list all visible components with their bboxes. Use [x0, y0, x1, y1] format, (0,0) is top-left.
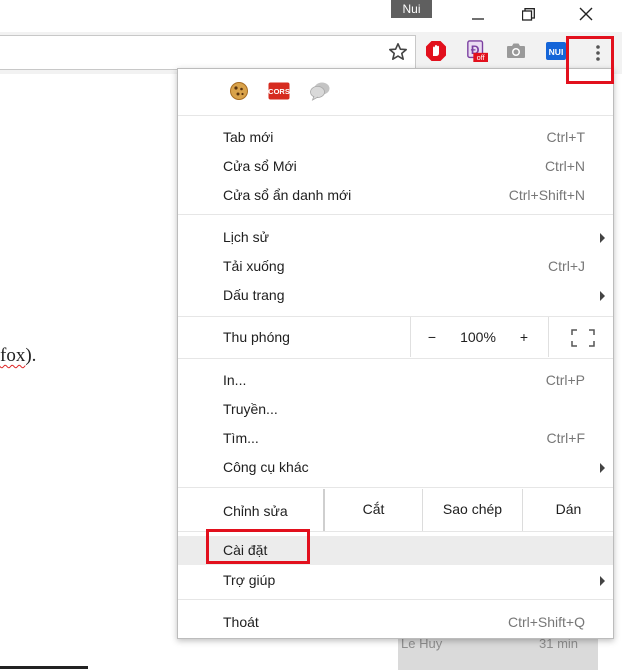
menu-item-downloads[interactable]: Tải xuống Ctrl+J [178, 252, 613, 281]
menu-item-incognito[interactable]: Cửa sổ ẩn danh mới Ctrl+Shift+N [178, 181, 613, 210]
paste-button[interactable]: Dán [522, 489, 614, 531]
zoom-out-button[interactable]: − [424, 329, 440, 345]
menu-item-bookmarks[interactable]: Dấu trang [178, 281, 613, 310]
profile-badge[interactable]: Nui [391, 0, 432, 18]
menu-item-new-tab[interactable]: Tab mới Ctrl+T [178, 123, 613, 152]
menu-separator [178, 358, 613, 359]
close-icon [579, 7, 593, 21]
menu-item-print[interactable]: In... Ctrl+P [178, 366, 613, 395]
restore-button[interactable] [500, 0, 556, 28]
highlight-box-settings [206, 529, 310, 564]
star-icon[interactable] [388, 42, 408, 67]
menu-item-cast[interactable]: Truyền... [178, 395, 613, 424]
menu-separator [178, 115, 613, 116]
title-bar: Nui [0, 0, 622, 32]
submenu-arrow-icon [600, 576, 605, 586]
cors-icon[interactable]: CORS [268, 80, 290, 102]
menu-item-history[interactable]: Lịch sử [178, 223, 613, 252]
svg-text:CORS: CORS [268, 87, 290, 96]
highlight-box-menu-button [566, 36, 614, 84]
fullscreen-icon[interactable] [571, 329, 595, 350]
submenu-arrow-icon [600, 233, 605, 243]
menu-item-new-window[interactable]: Cửa sổ Mới Ctrl+N [178, 152, 613, 181]
zoom-in-button[interactable]: + [516, 329, 532, 345]
menu-item-find[interactable]: Tìm... Ctrl+F [178, 424, 613, 453]
svg-text:NUI: NUI [549, 47, 564, 57]
menu-item-more-tools[interactable]: Công cụ khác [178, 453, 613, 482]
menu-separator [178, 487, 613, 488]
menu-item-help[interactable]: Trợ giúp [178, 566, 613, 595]
svg-text:off: off [477, 53, 486, 62]
copy-button[interactable]: Sao chép [422, 489, 522, 531]
page-divider [0, 666, 88, 669]
address-bar[interactable] [0, 35, 416, 70]
submenu-arrow-icon [600, 463, 605, 473]
menu-separator [178, 214, 613, 215]
minimize-button[interactable] [450, 0, 506, 28]
nui-extension-icon[interactable]: NUI [545, 40, 567, 62]
cut-button[interactable]: Cắt [323, 489, 422, 531]
cookie-icon[interactable] [228, 80, 250, 102]
menu-item-exit[interactable]: Thoát Ctrl+Shift+Q [178, 608, 613, 637]
menu-edit-row: Chỉnh sửa Cắt Sao chép Dán [178, 489, 613, 531]
zoom-level: 100% [460, 329, 496, 345]
close-button[interactable] [558, 0, 614, 28]
restore-icon [521, 7, 535, 21]
dict-off-icon[interactable]: Đoff [466, 40, 488, 62]
menu-zoom-row: Thu phóng − 100% + [178, 317, 613, 357]
submenu-arrow-icon [600, 291, 605, 301]
adblock-icon[interactable] [425, 40, 447, 62]
menu-extension-row: CORS [178, 69, 613, 115]
menu-separator [178, 599, 613, 600]
zoom-divider [548, 317, 549, 357]
chat-bubbles-icon[interactable] [309, 80, 331, 102]
spelling-underlined-word: fox [0, 345, 26, 366]
camera-icon[interactable] [505, 40, 527, 62]
minimize-icon [472, 18, 484, 20]
page-text-fragment: fox). [0, 345, 37, 366]
zoom-divider [410, 317, 411, 357]
